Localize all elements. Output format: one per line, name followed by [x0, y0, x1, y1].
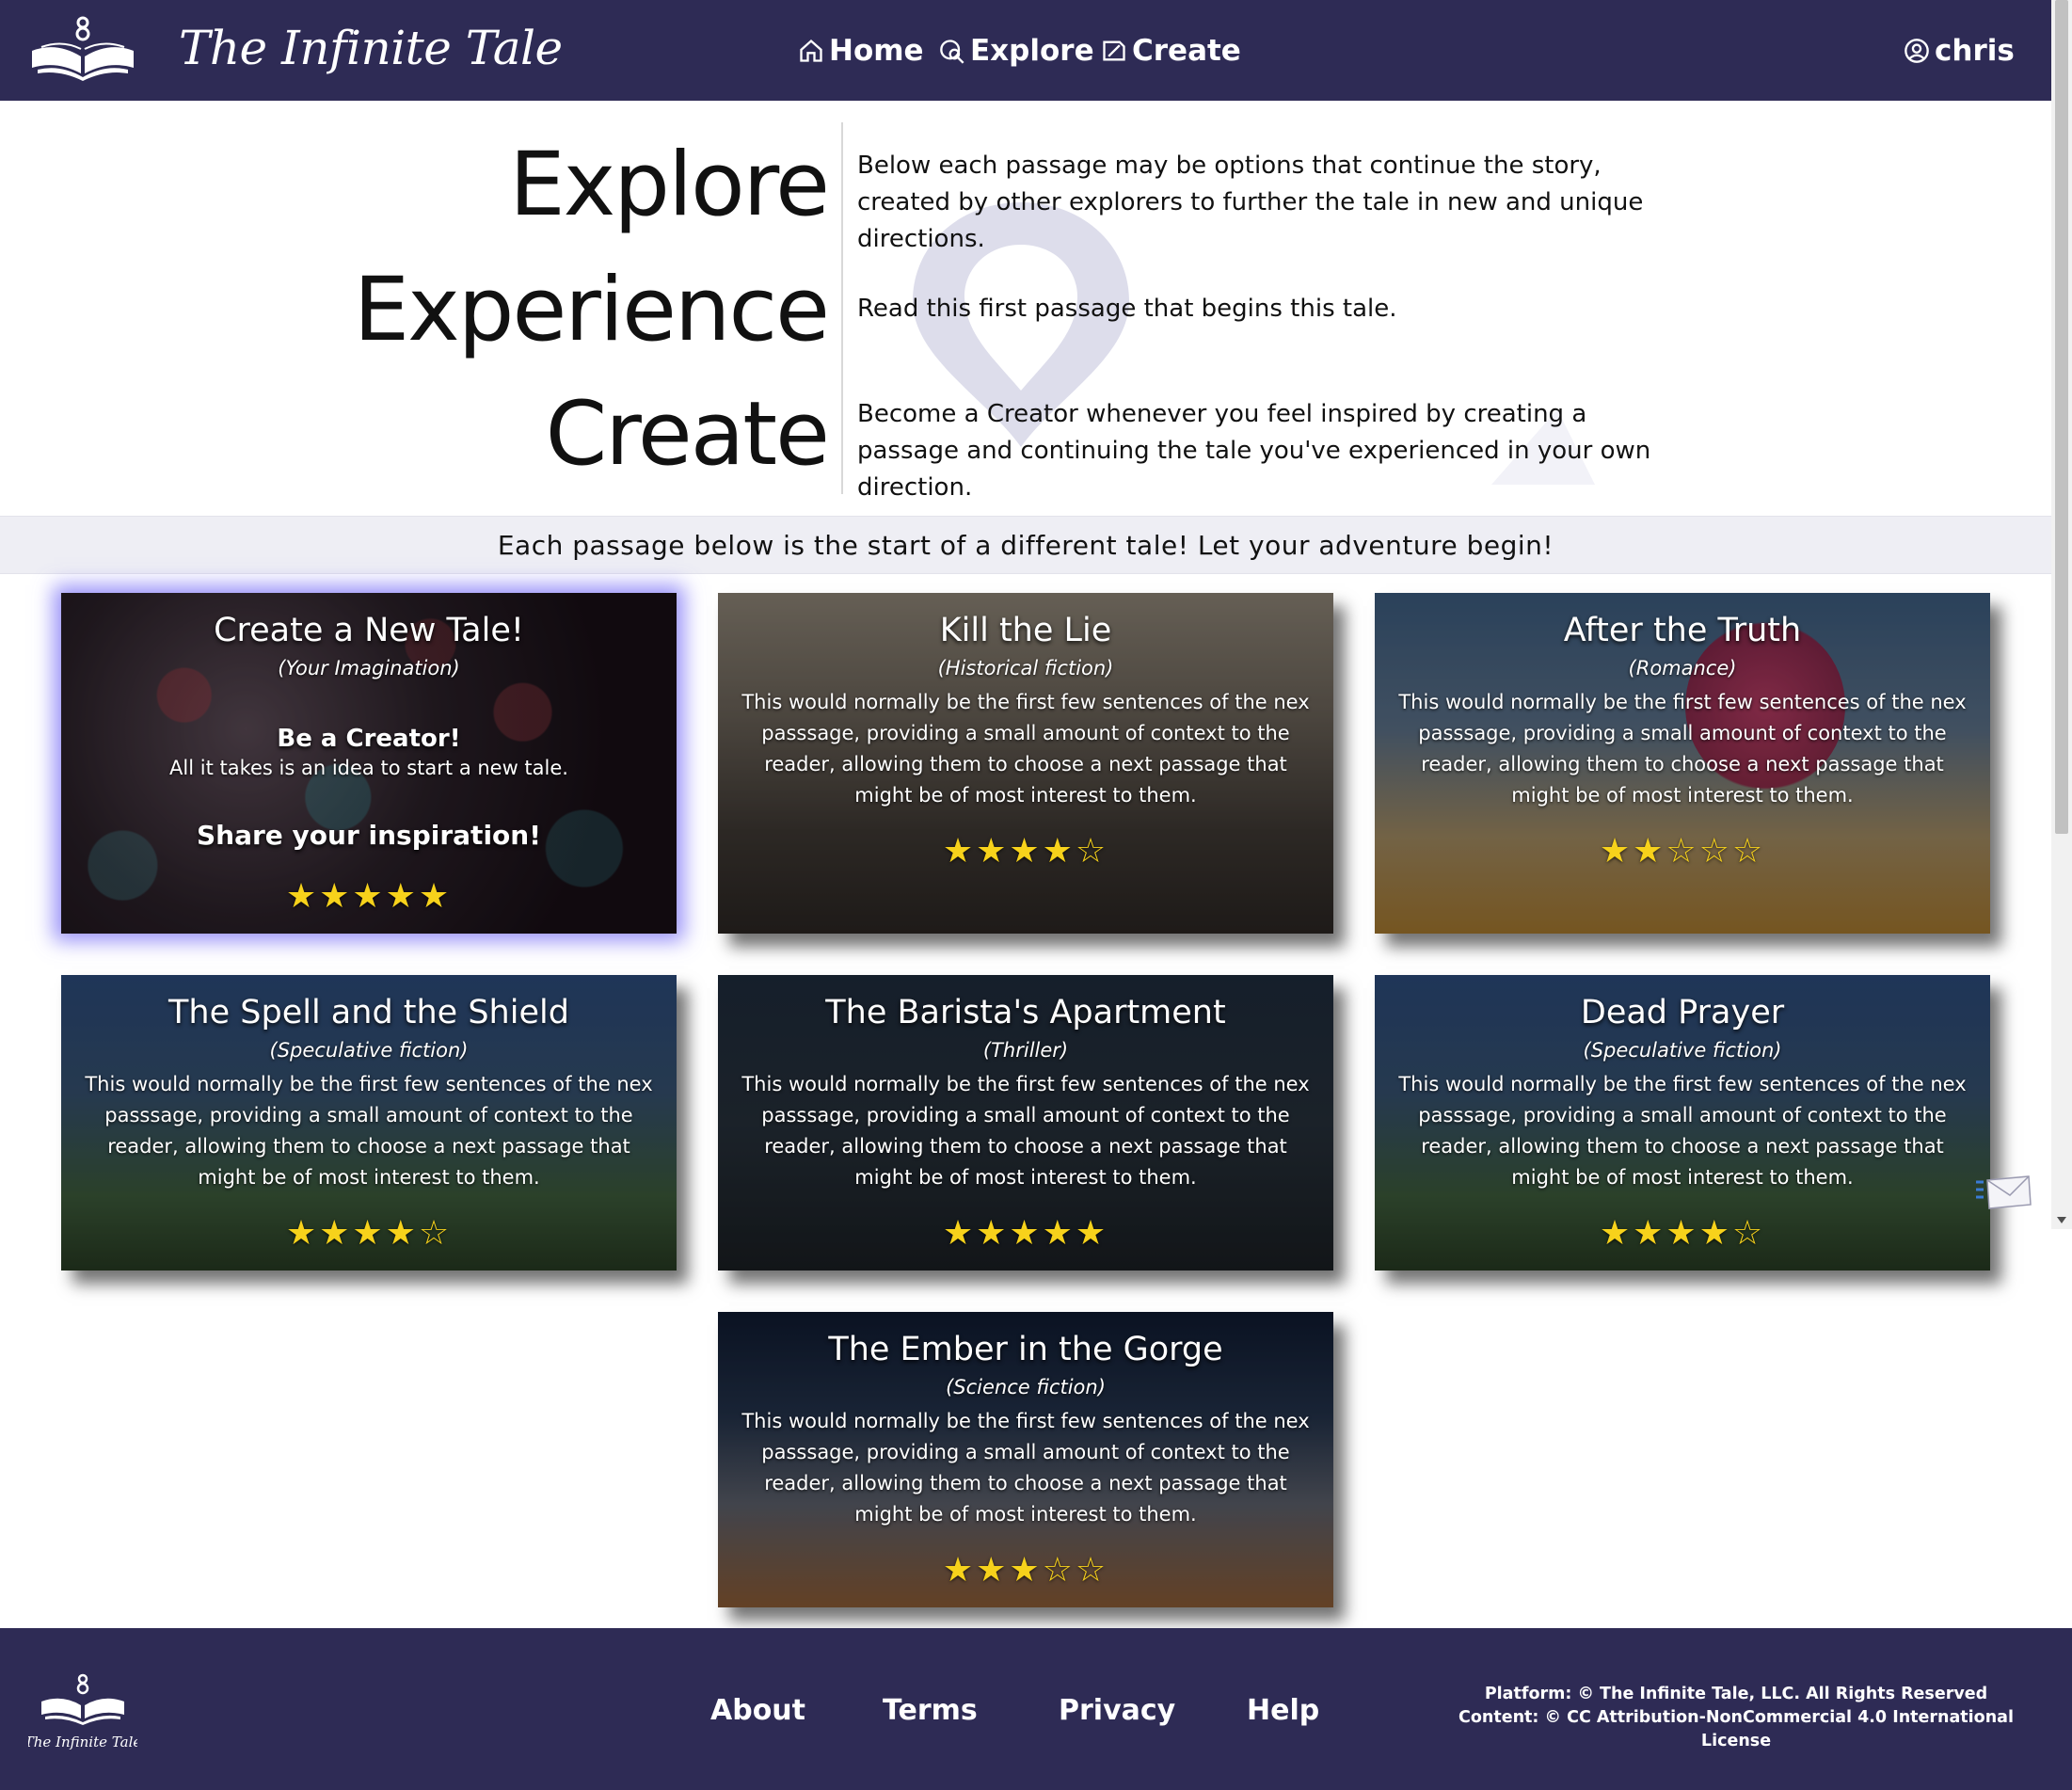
card-description: This would normally be the first few sen…: [741, 1410, 1310, 1526]
card-call-to-action: Share your inspiration!: [197, 820, 541, 851]
page-footer: The Infinite Tale About Terms Privacy He…: [0, 1628, 2072, 1790]
hero-create-text: Become a Creator whenever you feel inspi…: [857, 400, 1651, 502]
star-rating: ★★★★☆: [1599, 1214, 1766, 1253]
footer-logo[interactable]: The Infinite Tale: [28, 1673, 137, 1752]
card-genre: (Speculative fiction): [269, 1039, 469, 1062]
footer-help-link[interactable]: Help: [1247, 1692, 1319, 1730]
footer-terms-link[interactable]: Terms: [883, 1692, 978, 1730]
tale-card[interactable]: The Ember in the Gorge (Science fiction)…: [718, 1312, 1333, 1607]
user-menu[interactable]: chris: [1904, 30, 2015, 72]
card-description: This would normally be the first few sen…: [85, 1073, 653, 1189]
star-rating: ★★★☆☆: [942, 1551, 1109, 1590]
brand-title[interactable]: The Infinite Tale: [179, 21, 563, 75]
card-subtext: All it takes is an idea to start a new t…: [169, 757, 568, 779]
card-genre: (Historical fiction): [937, 657, 1114, 679]
card-title: Kill the Lie: [939, 612, 1112, 649]
tale-card[interactable]: After the Truth (Romance) This would nor…: [1375, 593, 1990, 934]
footer-privacy-link[interactable]: Privacy: [1059, 1692, 1175, 1730]
hero-explore-heading: Explore: [509, 134, 830, 236]
platform-copyright: Platform: © The Infinite Tale, LLC. All …: [1484, 1685, 1988, 1703]
hero-create-heading: Create: [545, 383, 830, 486]
card-description: This would normally be the first few sen…: [741, 691, 1310, 807]
scroll-down-arrow-icon[interactable]: [2057, 1217, 2066, 1223]
tale-card[interactable]: Kill the Lie (Historical fiction) This w…: [718, 593, 1333, 934]
star-rating: ★★★★★: [942, 1214, 1109, 1253]
card-subheading: Be a Creator!: [277, 725, 461, 753]
tale-card[interactable]: The Spell and the Shield (Speculative fi…: [61, 975, 677, 1271]
card-description: This would normally be the first few sen…: [1398, 691, 1967, 807]
home-icon: [800, 39, 822, 62]
svg-text:The Infinite Tale: The Infinite Tale: [28, 1734, 137, 1750]
footer-about-link[interactable]: About: [710, 1692, 805, 1730]
intro-banner: Each passage below is the start of a dif…: [0, 516, 2051, 574]
star-rating: ★★★★☆: [942, 832, 1109, 871]
page-scrollbar[interactable]: [2051, 0, 2072, 1229]
card-description: This would normally be the first few sen…: [741, 1073, 1310, 1189]
nav-explore-link[interactable]: Explore: [939, 30, 1094, 72]
card-genre: (Romance): [1628, 657, 1737, 679]
username: chris: [1935, 34, 2015, 68]
nav-explore-label: Explore: [970, 34, 1094, 68]
card-genre: (Your Imagination): [278, 657, 460, 679]
star-rating: ★★★★★: [285, 877, 453, 916]
nav-create-label: Create: [1132, 34, 1241, 68]
card-genre: (Thriller): [982, 1039, 1069, 1062]
create-new-tale-card[interactable]: Create a New Tale! (Your Imagination) Be…: [61, 593, 677, 934]
top-navbar: The Infinite Tale Home Explore Create ch…: [0, 0, 2051, 101]
star-rating: ★★★★☆: [285, 1214, 453, 1253]
card-title: After the Truth: [1563, 612, 1802, 649]
card-title: Create a New Tale!: [214, 612, 524, 649]
nav-create-link[interactable]: Create: [1101, 30, 1241, 72]
create-icon: [1103, 40, 1125, 61]
user-icon: [1905, 39, 1929, 63]
card-description: This would normally be the first few sen…: [1398, 1073, 1967, 1189]
card-title: Dead Prayer: [1580, 994, 1785, 1031]
card-genre: (Science fiction): [946, 1376, 1106, 1398]
mail-icon[interactable]: [1974, 1175, 2032, 1212]
hero-divider: [841, 122, 843, 494]
nav-home-label: Home: [829, 34, 924, 68]
content-license: Content: © CC Attribution-NonCommercial …: [1458, 1708, 2014, 1750]
tale-card[interactable]: The Barista's Apartment (Thriller) This …: [718, 975, 1333, 1271]
hero-experience-heading: Experience: [353, 259, 830, 361]
tale-card[interactable]: Dead Prayer (Speculative fiction) This w…: [1375, 975, 1990, 1271]
hero-explore-text: Below each passage may be options that c…: [857, 152, 1644, 253]
book-logo-icon[interactable]: [28, 15, 137, 83]
card-title: The Barista's Apartment: [825, 994, 1226, 1031]
copyright-notice: Platform: © The Infinite Tale, LLC. All …: [1449, 1683, 2023, 1753]
explore-icon: [940, 40, 964, 64]
card-title: The Ember in the Gorge: [828, 1331, 1223, 1368]
card-title: The Spell and the Shield: [168, 994, 569, 1031]
scrollbar-thumb[interactable]: [2055, 0, 2068, 834]
hero-experience-text: Read this first passage that begins this…: [857, 295, 1397, 323]
star-rating: ★★☆☆☆: [1599, 832, 1766, 871]
card-genre: (Speculative fiction): [1583, 1039, 1782, 1062]
nav-home-link[interactable]: Home: [798, 30, 924, 72]
